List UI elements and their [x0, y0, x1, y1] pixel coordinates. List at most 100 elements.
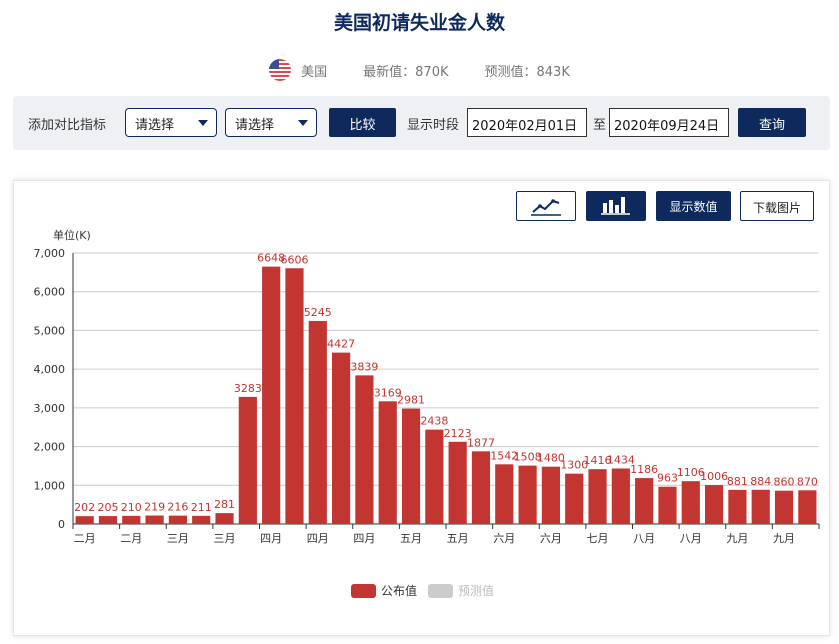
- line-chart-toggle[interactable]: [516, 191, 576, 221]
- bar-value-label: 205: [97, 501, 118, 514]
- bar: [565, 473, 584, 524]
- bar-chart-toggle[interactable]: [586, 191, 646, 221]
- bar: [98, 516, 118, 524]
- compare-button[interactable]: 比较: [329, 108, 396, 137]
- bar: [471, 451, 491, 524]
- bar: [215, 513, 234, 524]
- bar: [168, 515, 187, 524]
- x-tick-label: 八月: [633, 532, 655, 545]
- x-tick-label: 五月: [400, 532, 422, 545]
- x-tick-label: 二月: [120, 532, 142, 545]
- bar: [262, 266, 281, 524]
- bar: [238, 396, 257, 524]
- legend-label-forecast: 预测值: [458, 583, 494, 598]
- x-tick-label: 四月: [307, 532, 329, 545]
- latest-value: 最新值：870K: [363, 64, 449, 80]
- bar: [332, 352, 351, 524]
- x-tick-label: 三月: [167, 532, 189, 545]
- bar-value-label: 2438: [420, 415, 448, 428]
- forecast-value: 预测值：843K: [484, 64, 570, 80]
- bar: [611, 468, 630, 524]
- bar-value-label: 216: [167, 501, 188, 514]
- bar: [75, 516, 94, 524]
- bar: [751, 489, 770, 524]
- x-tick-label: 五月: [447, 532, 469, 545]
- x-tick-label: 七月: [587, 532, 609, 545]
- x-tick-label: 六月: [493, 532, 515, 545]
- bar: [798, 490, 817, 524]
- bar-value-label: 202: [74, 501, 95, 514]
- bar-value-label: 4427: [327, 338, 355, 351]
- bar: [425, 429, 444, 524]
- bar: [448, 441, 467, 524]
- y-tick-label: 2,000: [34, 441, 66, 454]
- legend-swatch-published: [351, 584, 376, 598]
- bar: [355, 375, 374, 524]
- date-from-input[interactable]: 2020年02月01日: [467, 108, 587, 137]
- bar: [774, 490, 794, 524]
- y-tick-label: 4,000: [34, 363, 66, 376]
- bar-value-label: 281: [214, 498, 235, 511]
- chevron-down-icon: [198, 120, 208, 126]
- bar: [728, 489, 747, 524]
- y-tick-label: 1,000: [34, 479, 66, 492]
- compare-select-1[interactable]: 请选择: [125, 108, 217, 137]
- us-flag-icon: [269, 59, 292, 81]
- to-label: 至: [593, 118, 607, 133]
- y-tick-label: 6,000: [34, 286, 66, 299]
- bar-chart-icon: [601, 197, 630, 215]
- compare-label: 添加对比指标: [28, 118, 107, 133]
- bar: [635, 478, 654, 524]
- chart-card: 单位(K) 0 1,000 2,000 3,000 4,000 5,000 6,000 7,00…: [13, 180, 830, 636]
- bar-value-label: 3839: [350, 360, 378, 373]
- legend-swatch-forecast: [428, 584, 453, 598]
- bar: [308, 320, 327, 524]
- date-to-input[interactable]: 2020年09月24日: [609, 108, 729, 137]
- bar-value-label: 210: [121, 501, 142, 514]
- bar: [541, 466, 560, 524]
- bar-value-label: 881: [727, 475, 748, 488]
- y-tick-label: 3,000: [34, 402, 66, 415]
- x-tick-label: 三月: [214, 532, 236, 545]
- show-values-button[interactable]: 显示数值: [656, 191, 731, 221]
- x-tick-label: 八月: [680, 532, 702, 545]
- bar: [658, 486, 677, 524]
- summary-stats: 美国 最新值：870K 预测值：843K: [0, 58, 839, 82]
- y-tick-label: 7,000: [34, 247, 66, 260]
- x-tick-label: 二月: [74, 532, 96, 545]
- bar-value-label: 6606: [280, 253, 308, 266]
- bar: [518, 465, 537, 524]
- compare-select-2[interactable]: 请选择: [225, 108, 317, 137]
- period-label: 显示时段: [407, 118, 460, 133]
- bar: [122, 515, 141, 524]
- filter-toolbar: 添加对比指标 请选择 请选择 比较 显示时段 2020年02月01日 至 202…: [13, 96, 830, 150]
- bar: [588, 469, 607, 524]
- bar-value-label: 884: [750, 475, 771, 488]
- bar-value-label: 1877: [467, 436, 495, 449]
- bar-chart: 单位(K) 0 1,000 2,000 3,000 4,000 5,000 6,000 7,00…: [34, 228, 820, 598]
- download-image-button[interactable]: 下载图片: [740, 191, 814, 221]
- bar-value-label: 870: [797, 475, 818, 488]
- bar: [145, 515, 164, 524]
- bar: [401, 408, 421, 524]
- bar: [192, 515, 211, 524]
- x-tick-label: 四月: [353, 532, 375, 545]
- bar-value-label: 860: [774, 476, 795, 489]
- page: 美国初请失业金人数 美国 最新值：870K 预测值：843K 添加对比指标 请选…: [0, 0, 839, 644]
- y-unit-label: 单位(K): [53, 228, 91, 242]
- country-name: 美国: [301, 64, 328, 80]
- bar-value-label: 2981: [397, 394, 425, 407]
- legend-label-published: 公布值: [381, 583, 417, 598]
- query-button[interactable]: 查询: [738, 108, 806, 137]
- bar-value-label: 211: [191, 501, 212, 514]
- bar-value-label: 3283: [234, 382, 262, 395]
- bar: [705, 485, 724, 524]
- bar-value-label: 1006: [700, 470, 728, 483]
- bar: [285, 268, 304, 524]
- y-tick-label: 0: [58, 518, 65, 531]
- y-tick-label: 5,000: [34, 324, 66, 337]
- x-tick-label: 九月: [773, 532, 795, 545]
- line-chart-icon: [531, 199, 561, 216]
- x-tick-label: 六月: [540, 532, 562, 545]
- page-title: 美国初请失业金人数: [333, 12, 505, 34]
